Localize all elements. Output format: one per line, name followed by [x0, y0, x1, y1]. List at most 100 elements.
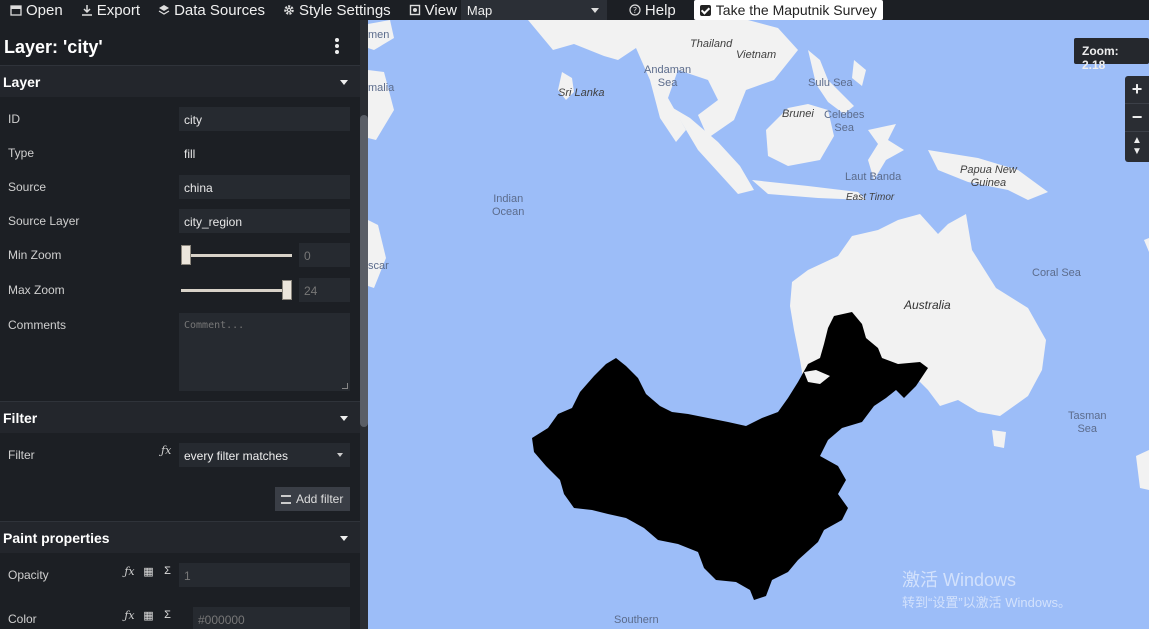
- map-canvas: [368, 20, 1149, 600]
- sigma-icon[interactable]: Σ: [161, 565, 174, 578]
- map-label-papua-new-guinea: Papua New Guinea: [960, 164, 1017, 189]
- opacity-input[interactable]: 1: [179, 563, 350, 587]
- map-label-tasman-sea: Tasman Sea: [1068, 410, 1107, 435]
- type-value: fill: [184, 147, 196, 161]
- section-filter-title: Filter: [3, 409, 38, 426]
- map-label-indian-ocean: Indian Ocean: [492, 193, 525, 218]
- comments-placeholder: Comment...: [184, 320, 245, 331]
- map-label-celebes-sea: Celebes Sea: [824, 109, 865, 134]
- map-label-sulu-sea: Sulu Sea: [808, 77, 853, 89]
- panel-scrollbar-thumb[interactable]: [360, 115, 368, 427]
- function-icon[interactable]: ƒx: [123, 609, 136, 622]
- function-icon[interactable]: ƒx: [161, 444, 171, 457]
- collapse-icon: [340, 80, 348, 85]
- svg-text:?: ?: [633, 6, 637, 15]
- more-vertical-icon[interactable]: [334, 38, 340, 54]
- max-zoom-slider-track: [181, 289, 292, 292]
- map-label-andaman-sea: Andaman Sea: [644, 64, 692, 89]
- chevron-down-icon: [337, 453, 343, 457]
- map-label-vietnam: Vietnam: [736, 49, 777, 61]
- data-table-icon[interactable]: ▦: [142, 565, 155, 578]
- map-label-malia: malia: [368, 82, 395, 94]
- section-paint-header[interactable]: Paint properties: [0, 521, 360, 553]
- help-icon: ?: [629, 4, 641, 16]
- sigma-icon[interactable]: Σ: [161, 609, 174, 622]
- export-button[interactable]: Export: [71, 0, 148, 20]
- survey-label: Take the Maputnik Survey: [715, 2, 877, 18]
- map-label-brunei: Brunei: [782, 108, 814, 120]
- data-table-icon[interactable]: ▦: [142, 609, 155, 622]
- china-fill-shape: [532, 312, 928, 600]
- layers-icon: [158, 4, 170, 16]
- collapse-icon: [340, 416, 348, 421]
- opacity-label: Opacity: [8, 568, 49, 582]
- collapse-icon: [340, 536, 348, 541]
- map-label-east-timor: East Timor: [846, 192, 895, 203]
- data-sources-label: Data Sources: [174, 1, 265, 19]
- zoom-level-badge: Zoom: 2.18: [1074, 38, 1149, 72]
- download-icon: [81, 4, 93, 16]
- gear-icon: [283, 4, 295, 16]
- add-filter-label: Add filter: [296, 492, 344, 506]
- open-button[interactable]: Open: [0, 0, 71, 20]
- layer-editor-panel: Layer: 'city' Layer ID city Type fill So…: [0, 20, 368, 629]
- map-navigation-control: + − ▲ ▼: [1125, 76, 1149, 162]
- source-label: Source: [8, 180, 47, 194]
- section-layer-header[interactable]: Layer: [0, 65, 360, 97]
- comments-textarea[interactable]: Comment...: [179, 313, 350, 391]
- min-zoom-slider[interactable]: [181, 245, 292, 265]
- filter-select-value: every filter matches: [184, 449, 289, 463]
- map-label-coral-sea: Coral Sea: [1032, 267, 1081, 279]
- view-icon: [409, 4, 421, 16]
- id-label: ID: [8, 112, 20, 126]
- windows-activation-hint: 转到“设置”以激活 Windows。: [902, 595, 1072, 610]
- filter-icon: [281, 494, 291, 504]
- section-filter-header[interactable]: Filter: [0, 401, 360, 433]
- min-zoom-slider-track: [181, 254, 292, 257]
- max-zoom-slider[interactable]: [181, 280, 292, 300]
- map-label-men: men: [368, 29, 390, 41]
- windows-activation-title: 激活 Windows: [902, 570, 1017, 590]
- map-label-sri-lanka: Sri Lanka: [558, 87, 605, 99]
- zoom-out-button[interactable]: −: [1125, 104, 1149, 132]
- survey-button[interactable]: Take the Maputnik Survey: [693, 0, 883, 20]
- style-settings-label: Style Settings: [298, 1, 391, 19]
- min-zoom-slider-handle[interactable]: [181, 245, 191, 265]
- compass-icon: ▲ ▼: [1132, 135, 1142, 157]
- open-icon: [10, 4, 22, 16]
- max-zoom-slider-handle[interactable]: [282, 280, 292, 300]
- source-layer-input[interactable]: city_region: [179, 209, 350, 233]
- filter-select[interactable]: every filter matches: [179, 443, 350, 467]
- zoom-in-button[interactable]: +: [1125, 76, 1149, 104]
- color-input[interactable]: #000000: [193, 607, 350, 629]
- view-select[interactable]: Map: [460, 0, 607, 20]
- export-label: Export: [96, 1, 141, 19]
- comments-label: Comments: [8, 318, 67, 332]
- resize-handle-icon[interactable]: [342, 383, 348, 389]
- help-button[interactable]: ? Help: [619, 0, 684, 20]
- source-layer-label: Source Layer: [8, 214, 80, 228]
- max-zoom-input[interactable]: 24: [299, 278, 350, 302]
- map-view[interactable]: men malia scar Thailand Vietnam Andaman …: [368, 20, 1149, 629]
- map-label-scar: scar: [368, 260, 389, 272]
- layer-title: Layer: 'city': [4, 37, 103, 57]
- style-settings-button[interactable]: Style Settings: [273, 0, 399, 20]
- add-filter-button[interactable]: Add filter: [275, 487, 350, 511]
- section-layer-title: Layer: [3, 73, 41, 90]
- top-toolbar: Open Export Data Sources Style Settings …: [0, 0, 1149, 20]
- view-button[interactable]: View: [399, 0, 461, 20]
- filter-label: Filter: [8, 448, 35, 462]
- min-zoom-input[interactable]: 0: [299, 243, 350, 267]
- open-label: Open: [26, 1, 63, 19]
- source-input[interactable]: china: [179, 175, 350, 199]
- map-label-southern: Southern: [614, 614, 659, 626]
- chevron-down-icon: [590, 8, 599, 13]
- compass-button[interactable]: ▲ ▼: [1125, 132, 1149, 160]
- id-input[interactable]: city: [179, 107, 350, 131]
- map-label-laut-banda: Laut Banda: [845, 171, 902, 183]
- function-icon[interactable]: ƒx: [123, 565, 136, 578]
- view-label: View: [424, 1, 457, 19]
- min-zoom-label: Min Zoom: [8, 248, 62, 262]
- type-label: Type: [8, 146, 35, 160]
- data-sources-button[interactable]: Data Sources: [148, 0, 273, 20]
